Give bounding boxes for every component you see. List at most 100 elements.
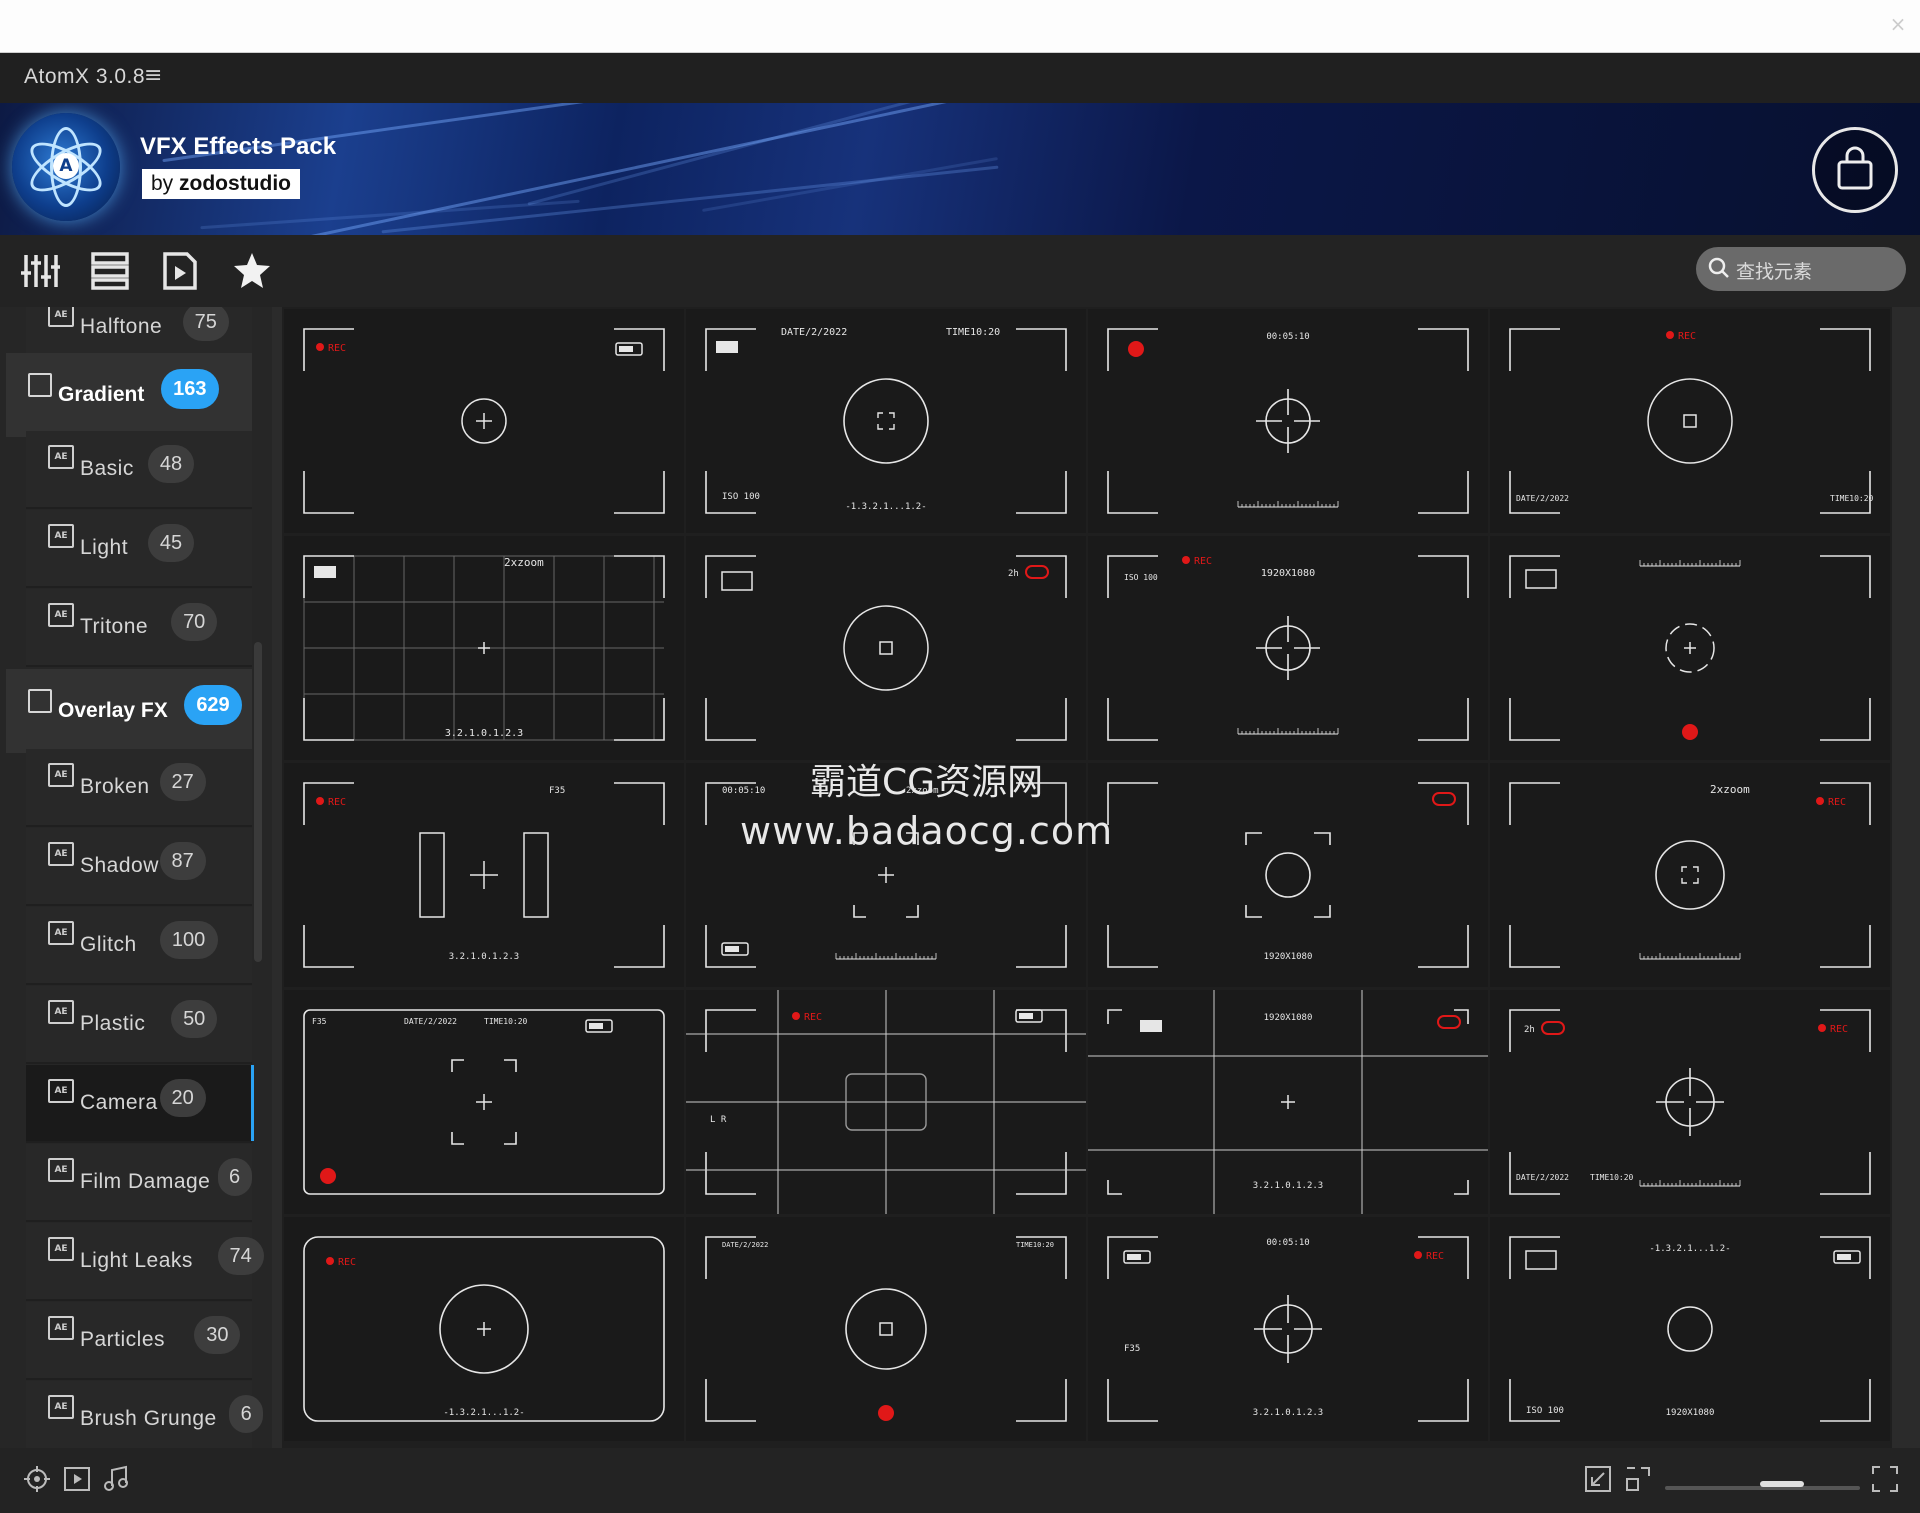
rec-dot xyxy=(792,1012,800,1020)
preset-thumbnail[interactable]: 1920X1080 xyxy=(1088,763,1488,987)
item-count-badge: 87 xyxy=(159,842,206,880)
video-icon[interactable] xyxy=(62,1464,92,1494)
preset-thumbnail[interactable]: 2xzoom 3.2.1.0.1.2.3 xyxy=(284,536,684,760)
viewfinder-frame xyxy=(1107,328,1469,514)
close-icon[interactable]: × xyxy=(1880,6,1916,42)
preset-thumbnail[interactable]: REC xyxy=(284,309,684,533)
watermark-line-2: www.badaocg.com xyxy=(740,809,1114,853)
hamburger-icon[interactable]: ≡ xyxy=(144,63,162,88)
sidebar-item-label: Light Leaks xyxy=(80,1249,193,1272)
sidebar-item-light[interactable]: AE Light 45 xyxy=(26,510,252,588)
viewfinder-frame xyxy=(1509,1236,1871,1422)
fit-icon[interactable] xyxy=(1623,1464,1653,1494)
overlay-text: DATE/2/2022 xyxy=(1516,494,1569,503)
sidebar-item-basic[interactable]: AE Basic 48 xyxy=(26,431,252,509)
sidebar-item-tritone[interactable]: AE Tritone 70 xyxy=(26,589,252,667)
list-icon[interactable] xyxy=(90,251,130,291)
overlay-text: 1920X1080 xyxy=(1264,1013,1313,1023)
rec-label: REC xyxy=(328,343,346,354)
overlay-text: 3.2.1.0.1.2.3 xyxy=(445,728,523,739)
preset-thumbnail[interactable]: 2xzoom REC xyxy=(1490,763,1890,987)
import-icon[interactable] xyxy=(1583,1464,1613,1494)
camera-overlay-preview: REC -1.3.2.1...1.2- xyxy=(303,1236,665,1422)
search-placeholder: 查找元素 xyxy=(1736,261,1813,283)
overlay-text: DATE/2/2022 xyxy=(404,1017,457,1026)
ae-icon: AE xyxy=(48,1079,74,1103)
sliders-icon[interactable] xyxy=(20,251,60,291)
sidebar-category-overlay-fx[interactable]: Overlay FX 629 xyxy=(6,669,252,753)
center-plus xyxy=(470,861,498,889)
category-count-badge: 163 xyxy=(160,369,219,409)
camera-overlay-preview: 00:05:10 xyxy=(1107,328,1469,514)
move-icon[interactable] xyxy=(22,1464,52,1494)
preset-thumbnail[interactable]: REC 1920X1080 ISO 100 xyxy=(1088,536,1488,760)
overlay-text: 00:05:10 xyxy=(1266,332,1309,342)
search-icon xyxy=(1708,257,1729,278)
atom-logo: A xyxy=(12,113,120,221)
sidebar-item-broken[interactable]: AE Broken 27 xyxy=(26,749,252,827)
pack-banner: A VFX Effects Pack by zodostudio xyxy=(0,103,1920,235)
document-play-icon[interactable] xyxy=(160,251,200,291)
camera-overlay-preview: REC L R xyxy=(686,990,1086,1214)
sidebar-item-light-leaks[interactable]: AE Light Leaks 74 xyxy=(26,1223,264,1301)
sidebar-scrollbar[interactable] xyxy=(254,642,262,962)
battery-icon xyxy=(1432,792,1456,806)
slider-knob[interactable] xyxy=(1760,1481,1804,1487)
thumbnail-size-slider[interactable] xyxy=(1665,1481,1860,1490)
rec-indicator xyxy=(1128,341,1144,357)
sidebar-category-gradient[interactable]: Gradient 163 xyxy=(6,353,252,437)
sidebar-item-particles[interactable]: AE Particles 30 xyxy=(26,1302,252,1380)
preset-thumbnail[interactable]: REC L R xyxy=(686,990,1086,1214)
sidebar-item-label: Shadow xyxy=(80,854,159,877)
item-count-badge: 48 xyxy=(148,445,194,483)
shopping-bag-icon[interactable] xyxy=(1812,127,1898,213)
preset-thumbnail[interactable]: 2h xyxy=(686,536,1086,760)
rec-dot xyxy=(1816,797,1824,805)
sidebar-item-label: Broken xyxy=(80,775,150,798)
fullscreen-icon[interactable] xyxy=(1870,1464,1900,1494)
sidebar-item-plastic[interactable]: AE Plastic 50 xyxy=(26,986,252,1064)
music-icon[interactable] xyxy=(102,1464,132,1494)
camera-overlay-preview: DATE/2/2022 TIME10:20 xyxy=(705,1236,1067,1422)
camera-overlay-preview: DATE/2/2022 TIME10:20 ISO 100 -1.3.2.1...1.… xyxy=(705,327,1067,514)
search-input[interactable]: 查找元素 xyxy=(1696,247,1906,291)
sidebar-item-camera[interactable]: AE Camera 20 xyxy=(26,1065,254,1143)
preset-thumbnail[interactable]: 2h REC DATE/2/2022 TIME10:20 xyxy=(1490,990,1890,1214)
camera-overlay-preview: REC xyxy=(303,328,665,514)
sidebar-item-label: Tritone xyxy=(80,615,149,638)
grid-scrollbar[interactable] xyxy=(1908,307,1916,1448)
sidebar-item-film-damage[interactable]: AE Film Damage 6 xyxy=(26,1144,252,1222)
overlay-text: TIME10:20 xyxy=(484,1017,528,1026)
preset-thumbnail[interactable]: 00:05:10 REC F35 3.2.1.0.1.2.3 xyxy=(1088,1217,1488,1441)
viewfinder-frame xyxy=(1509,328,1871,514)
star-icon[interactable] xyxy=(232,251,272,291)
sidebar-item-label: Brush Grunge xyxy=(80,1407,217,1430)
preset-thumbnail[interactable]: REC -1.3.2.1...1.2- xyxy=(284,1217,684,1441)
title-bar: AtomX 3.0.8 ≡ xyxy=(0,53,1920,103)
focus-ring xyxy=(843,378,929,464)
preset-thumbnail[interactable]: DATE/2/2022 TIME10:20 xyxy=(686,1217,1086,1441)
preset-thumbnail[interactable]: REC F35 3.2.1.0.1.2.3 xyxy=(284,763,684,987)
preset-thumbnail[interactable]: -1.3.2.1...1.2- ISO 100 1920X1080 xyxy=(1490,1217,1890,1441)
rec-dot xyxy=(1182,556,1190,564)
preset-thumbnail[interactable]: DATE/2/2022 TIME10:20 ISO 100 -1.3.2.1...1.… xyxy=(686,309,1086,533)
play-icon xyxy=(1525,569,1557,589)
sidebar-item-label: Film Damage xyxy=(80,1170,211,1193)
crosshair-lines xyxy=(1256,389,1320,453)
os-top-strip: × xyxy=(0,0,1920,53)
viewfinder-frame xyxy=(1107,782,1469,968)
sidebar-item-shadow[interactable]: AE Shadow 87 xyxy=(26,828,252,906)
sidebar-item-brush-grunge[interactable]: AE Brush Grunge 6 xyxy=(26,1381,264,1448)
frame-bracket xyxy=(523,832,549,918)
overlay-text: 3.2.1.0.1.2.3 xyxy=(1253,1181,1323,1191)
preset-thumbnail[interactable]: REC DATE/2/2022 TIME10:20 xyxy=(1490,309,1890,533)
preset-thumbnail[interactable]: 00:05:10 xyxy=(1088,309,1488,533)
sidebar-item-glitch[interactable]: AE Glitch 100 xyxy=(26,907,252,985)
crosshair-lines xyxy=(1656,1068,1724,1136)
preset-thumbnail[interactable]: F35 DATE/2/2022 TIME10:20 xyxy=(284,990,684,1214)
category-label: Gradient xyxy=(58,383,145,406)
focus-ring xyxy=(1655,840,1725,910)
preset-thumbnail[interactable]: 1920X1080 3.2.1.0.1.2.3 xyxy=(1088,990,1488,1214)
preset-thumbnail[interactable] xyxy=(1490,536,1890,760)
center-plus xyxy=(878,867,894,883)
